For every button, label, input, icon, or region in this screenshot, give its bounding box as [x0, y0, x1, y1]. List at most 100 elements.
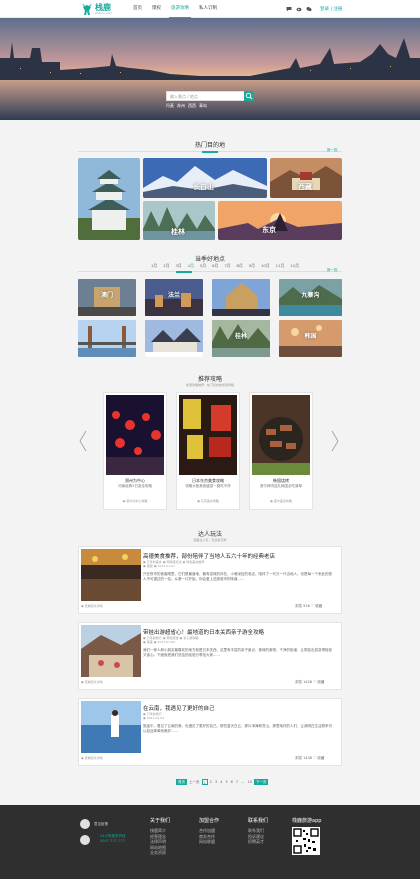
nav-item-2[interactable]: 馈权	[147, 0, 166, 18]
post-stats[interactable]: 浏览 526 ♡ 收藏	[295, 604, 322, 609]
castle-image	[78, 158, 140, 240]
post-title[interactable]: 高德美食推荐，部份陪伴了当地人五六十年的经典老店	[143, 552, 335, 560]
page-prev[interactable]: 上一页	[188, 779, 201, 785]
season-card-guilin[interactable]: 桂林	[212, 320, 270, 357]
page-first[interactable]: 首页	[176, 779, 187, 785]
season-card-bridge[interactable]	[78, 320, 136, 357]
month-tab[interactable]: 3月	[172, 263, 184, 269]
month-tab[interactable]: 7月	[221, 263, 233, 269]
search-tag[interactable]: 丹麦	[166, 103, 174, 109]
post-card[interactable]: 高德美食推荐，部份陪伴了当地人五六十年的经典老店 ▣ 万年的美食 ▣ 阿联族玩法…	[78, 546, 342, 614]
post-meta: ▣ 万年的旅行 ▣ 2017-01-04	[143, 712, 333, 720]
prev-arrow-icon[interactable]	[79, 430, 87, 452]
page-next[interactable]: 下一页	[253, 779, 269, 785]
message-icon[interactable]	[286, 6, 292, 12]
footer-link[interactable]: 网站联盟	[199, 839, 219, 845]
guide-card[interactable]: 郑州为中心 河南经典5日游全攻略 ▣ 郑州为中心攻略	[103, 392, 167, 510]
guide-meta: ▣ 东京美食攻略	[197, 499, 219, 503]
page-number[interactable]: 4	[219, 779, 223, 785]
feedback-icon[interactable]	[80, 819, 90, 829]
footer-about: 关于我们 栈鹿简介 经营理念 法律声明 网站地图 业务资质	[150, 817, 170, 856]
wechat-icon[interactable]	[306, 6, 312, 12]
post-excerpt: 只在夜市的食客眼里，它们是最道地、最有滋味的存在。小巷深处的老店，陪伴了一代又一…	[143, 572, 332, 582]
auth-divider: |	[330, 7, 332, 12]
footer-link[interactable]: 业务资质	[150, 850, 170, 856]
post-title[interactable]: 在云南，我遇见了更好的自己	[143, 704, 335, 712]
footer-contact: 联系我们 联系我们 投诉建议 招聘英才	[248, 817, 268, 845]
login-link[interactable]: 登录	[320, 7, 329, 12]
register-link[interactable]: 注册	[333, 7, 342, 12]
footer-col-title: 联系我们	[248, 818, 269, 824]
weibo-icon[interactable]	[296, 6, 302, 12]
season-card-korea[interactable]: 韩国	[279, 320, 342, 357]
month-tab[interactable]: 11月	[273, 263, 288, 269]
page-number[interactable]: 7	[235, 779, 239, 785]
auth-links: 登录 | 注册	[320, 6, 342, 12]
post-stats[interactable]: 浏览 1436 ♡ 收藏	[295, 756, 324, 761]
refresh-link[interactable]: 换一批	[327, 268, 338, 273]
post-stats[interactable]: 浏览 1426 ♡ 收藏	[295, 680, 324, 685]
header-icons	[286, 6, 312, 12]
post-title[interactable]: 带娃出游超省心！最地道的日本关西亲子游全攻略	[143, 628, 335, 636]
app-qr-code	[292, 827, 320, 855]
nav-home[interactable]: 首页	[128, 0, 147, 18]
guide-card[interactable]: 日本东京美食攻略 领略大阪美食盛宴一路吃不停 ▣ 东京美食攻略	[176, 392, 240, 510]
lanterns-image	[106, 395, 164, 475]
guides-subtitle: 旅游攻略推荐 · 热门目的地旅游攻略	[186, 383, 234, 387]
destination-tile-castle[interactable]	[78, 158, 140, 240]
village-image	[145, 320, 203, 357]
page-number-current[interactable]: 1	[201, 779, 208, 785]
page-number[interactable]: 6	[230, 779, 234, 785]
footer-link[interactable]: 招聘英才	[248, 839, 268, 845]
season-card-village[interactable]	[145, 320, 203, 357]
month-tab[interactable]: 12月	[287, 263, 302, 269]
search-tag[interactable]: 西西	[188, 103, 196, 109]
next-arrow-icon[interactable]	[331, 430, 339, 452]
month-tab[interactable]: 10月	[258, 263, 273, 269]
feedback-label[interactable]: 意见反馈	[94, 822, 108, 827]
top-header: 栈鹿 zhanlu.com 首页 馈权 旅游攻略 私人订制 登录 | 注册	[0, 0, 420, 18]
guide-meta: ▣ 郑州为中心攻略	[122, 499, 148, 503]
month-tab[interactable]: 5月	[197, 263, 209, 269]
site-footer: 意见反馈 24小时服务热线 4007-777-777 关于我们 栈鹿简介 经营理…	[0, 805, 420, 879]
destination-tile-guilin[interactable]: 桂林	[143, 201, 215, 240]
month-tab-active[interactable]: 4月	[185, 263, 197, 269]
card-label: 九寨沟	[301, 292, 320, 299]
month-tab[interactable]: 9月	[246, 263, 258, 269]
page-number[interactable]: 5	[224, 779, 228, 785]
season-card-france[interactable]: 法兰	[145, 279, 203, 316]
month-tab[interactable]: 6月	[209, 263, 221, 269]
section-divider	[78, 150, 342, 153]
page-number[interactable]: 3	[214, 779, 218, 785]
refresh-link[interactable]: 换一批	[327, 148, 338, 153]
post-link[interactable]: ▣ 查看原文详情	[81, 756, 103, 760]
page-number[interactable]: 2	[209, 779, 213, 785]
search-tag[interactable]: 青岛	[199, 103, 207, 109]
search-tag[interactable]: 苏州	[177, 103, 185, 109]
nav-travel-guides[interactable]: 旅游攻略	[166, 0, 194, 18]
destination-tile-tokyo[interactable]: 东京	[218, 201, 342, 240]
guide-meta: ▣ 首尔美食攻略	[270, 499, 292, 503]
guide-card[interactable]: 韩国烧烤 首尔烤肉巡礼韩国必吃清单 ▣ 首尔美食攻略	[249, 392, 313, 510]
search-input[interactable]: 输入景点 / 地点	[166, 91, 254, 101]
main-nav: 首页 馈权 旅游攻略 私人订制	[128, 0, 222, 18]
month-tab[interactable]: 8月	[234, 263, 246, 269]
post-card[interactable]: 在云南，我遇见了更好的自己 ▣ 万年的旅行 ▣ 2017-01-04 旅途中，看…	[78, 698, 342, 766]
destination-tile-changbaishan[interactable]: 长白山	[143, 158, 267, 198]
deer-logo-icon	[82, 3, 92, 15]
post-excerpt: 旅途中，看见了云南的美，也遇见了更好的自己。那些蓝天白云，那片洱海和苍山，那里纯…	[143, 724, 332, 734]
post-link[interactable]: ▣ 查看原文详情	[81, 680, 103, 684]
footer-partner: 加盟合作 合作加盟 商务合作 网站联盟	[199, 817, 219, 845]
post-link[interactable]: ▣ 查看原文详情	[81, 604, 103, 608]
destination-tile-tibet[interactable]: 西藏	[270, 158, 342, 198]
nav-private-custom[interactable]: 私人订制	[194, 0, 222, 18]
season-card-jiuzhaigou[interactable]: 九寨沟	[279, 279, 342, 316]
month-tab[interactable]: 2月	[160, 263, 172, 269]
post-card[interactable]: 带娃出游超省心！最地道的日本关西亲子游全攻略 ▣ 万年的旅行 ▣ 带娃旅游 ▣ …	[78, 622, 342, 690]
season-card-castle[interactable]	[212, 279, 270, 316]
search-button[interactable]	[244, 91, 254, 101]
site-logo[interactable]: 栈鹿 zhanlu.com	[80, 2, 120, 17]
season-card-macau[interactable]: 澳门	[78, 279, 136, 316]
month-tab[interactable]: 1月	[148, 263, 160, 269]
page-last[interactable]: 10	[246, 779, 252, 785]
